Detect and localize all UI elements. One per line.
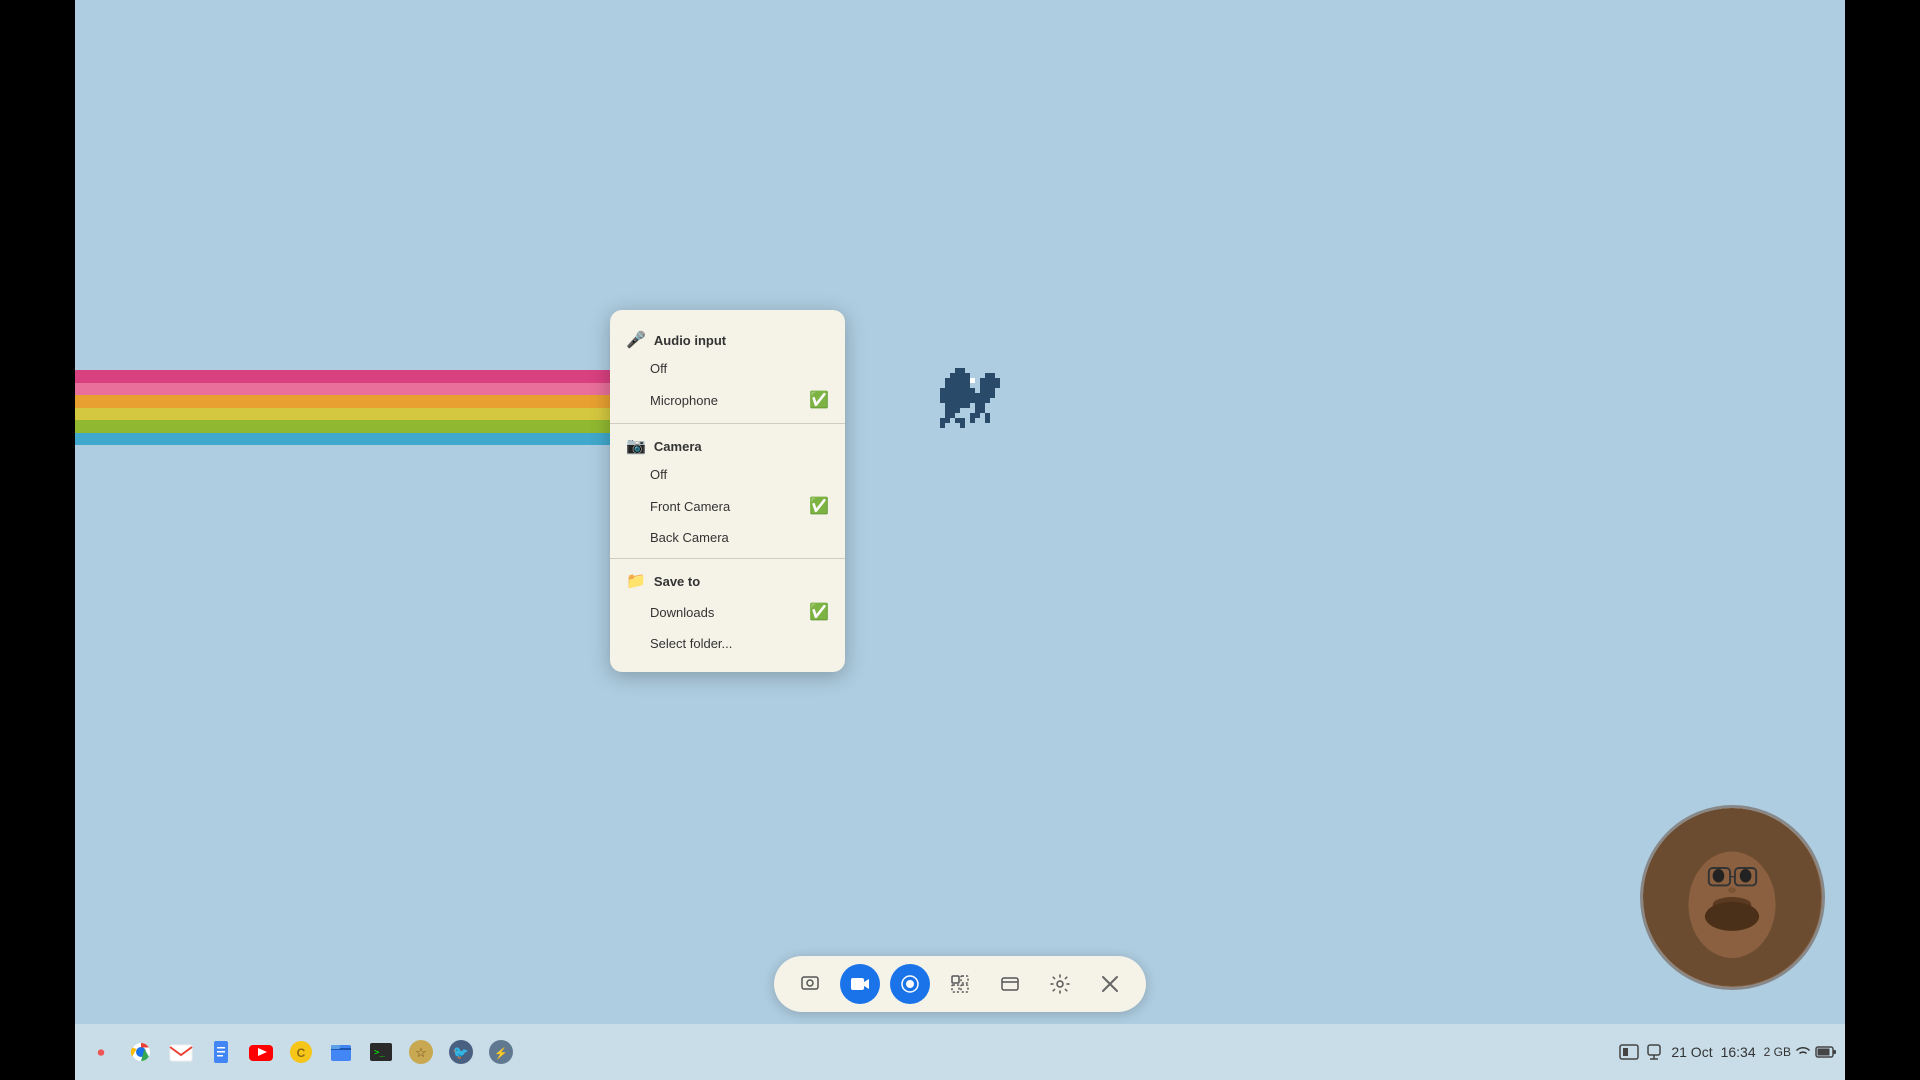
taskbar-app-1[interactable]: ☆ bbox=[403, 1034, 439, 1070]
ram-indicator: 2 GB bbox=[1764, 1045, 1791, 1059]
taskbar-gmail[interactable] bbox=[163, 1034, 199, 1070]
stripe-6 bbox=[75, 433, 685, 446]
audio-input-label: Audio input bbox=[654, 333, 726, 348]
back-camera-item[interactable]: Back Camera bbox=[610, 523, 845, 552]
taskbar-date: 21 Oct bbox=[1671, 1044, 1712, 1060]
svg-text:⚡: ⚡ bbox=[494, 1047, 508, 1060]
taskbar-files[interactable] bbox=[323, 1034, 359, 1070]
webcam-feed bbox=[1643, 808, 1822, 987]
camera-off-item[interactable]: Off bbox=[610, 460, 845, 489]
front-camera-label: Front Camera bbox=[650, 499, 730, 514]
back-camera-label: Back Camera bbox=[650, 530, 729, 545]
stripe-4 bbox=[75, 408, 685, 421]
screenshot-button[interactable] bbox=[790, 964, 830, 1004]
taskbar-app-2[interactable]: 🐦 bbox=[443, 1034, 479, 1070]
camera-section: 📷 Camera Off Front Camera ✅ Back Camera bbox=[610, 423, 845, 558]
side-bar-left bbox=[0, 0, 75, 1080]
taskbar-terminal[interactable]: >_ bbox=[363, 1034, 399, 1070]
camera-label: Camera bbox=[654, 439, 702, 454]
downloads-item[interactable]: Downloads ✅ bbox=[610, 595, 845, 629]
downloads-check-icon: ✅ bbox=[809, 602, 829, 622]
record-video-button[interactable] bbox=[840, 964, 880, 1004]
taskbar-icon-2[interactable] bbox=[1645, 1041, 1663, 1063]
stripe-1 bbox=[75, 370, 685, 383]
select-folder-item[interactable]: Select folder... bbox=[610, 629, 845, 658]
webcam-circle bbox=[1640, 805, 1825, 990]
svg-text:☆: ☆ bbox=[415, 1045, 427, 1060]
stripe-3 bbox=[75, 395, 685, 408]
settings-button[interactable] bbox=[1040, 964, 1080, 1004]
taskbar-right: 21 Oct 16:34 2 GB bbox=[1618, 1041, 1837, 1063]
camera-icon: 📷 bbox=[626, 436, 646, 456]
taskbar-icon-1[interactable] bbox=[1618, 1041, 1640, 1063]
svg-text:C: C bbox=[297, 1046, 306, 1060]
taskbar-app-3[interactable]: ⚡ bbox=[483, 1034, 519, 1070]
audio-microphone-item[interactable]: Microphone ✅ bbox=[610, 383, 845, 417]
camera-header: 📷 Camera bbox=[610, 430, 845, 460]
taskbar-youtube[interactable] bbox=[243, 1034, 279, 1070]
audio-input-section: 🎤 Audio input Off Microphone ✅ bbox=[610, 318, 845, 423]
svg-text:🐦: 🐦 bbox=[453, 1045, 469, 1060]
audio-off-label: Off bbox=[650, 361, 667, 376]
battery-icon bbox=[1815, 1045, 1837, 1059]
desktop: 🎤 Audio input Off Microphone ✅ 📷 Camera … bbox=[75, 0, 1845, 1080]
folder-icon: 📁 bbox=[626, 571, 646, 591]
microphone-check-icon: ✅ bbox=[809, 390, 829, 410]
rainbow-stripe bbox=[75, 370, 685, 445]
popup-menu: 🎤 Audio input Off Microphone ✅ 📷 Camera … bbox=[610, 310, 845, 672]
taskbar-time: 16:34 bbox=[1721, 1044, 1756, 1060]
select-folder-label: Select folder... bbox=[650, 636, 732, 651]
audio-off-item[interactable]: Off bbox=[610, 354, 845, 383]
audio-microphone-label: Microphone bbox=[650, 393, 718, 408]
window-capture-button[interactable] bbox=[990, 964, 1030, 1004]
svg-text:>_: >_ bbox=[374, 1048, 385, 1058]
save-to-section: 📁 Save to Downloads ✅ Select folder... bbox=[610, 558, 845, 664]
stripe-5 bbox=[75, 420, 685, 433]
fullscreen-capture-button[interactable] bbox=[890, 964, 930, 1004]
audio-input-header: 🎤 Audio input bbox=[610, 324, 845, 354]
side-bar-right bbox=[1845, 0, 1920, 1080]
save-to-label: Save to bbox=[654, 574, 700, 589]
recording-indicator[interactable]: ⏺ bbox=[83, 1034, 119, 1070]
taskbar-left: ⏺ C bbox=[83, 1034, 519, 1070]
pixel-dino bbox=[915, 368, 1005, 438]
taskbar-extension[interactable]: C bbox=[283, 1034, 319, 1070]
taskbar-chrome[interactable] bbox=[123, 1034, 159, 1070]
downloads-label: Downloads bbox=[650, 605, 714, 620]
close-toolbar-button[interactable] bbox=[1090, 964, 1130, 1004]
taskbar-docs[interactable] bbox=[203, 1034, 239, 1070]
wifi-icon bbox=[1794, 1043, 1812, 1061]
front-camera-check-icon: ✅ bbox=[809, 496, 829, 516]
camera-off-label: Off bbox=[650, 467, 667, 482]
stripe-2 bbox=[75, 383, 685, 396]
microphone-icon: 🎤 bbox=[626, 330, 646, 350]
save-to-header: 📁 Save to bbox=[610, 565, 845, 595]
front-camera-item[interactable]: Front Camera ✅ bbox=[610, 489, 845, 523]
recording-toolbar bbox=[774, 956, 1146, 1012]
taskbar: ⏺ C bbox=[75, 1024, 1845, 1080]
partial-capture-button[interactable] bbox=[940, 964, 980, 1004]
